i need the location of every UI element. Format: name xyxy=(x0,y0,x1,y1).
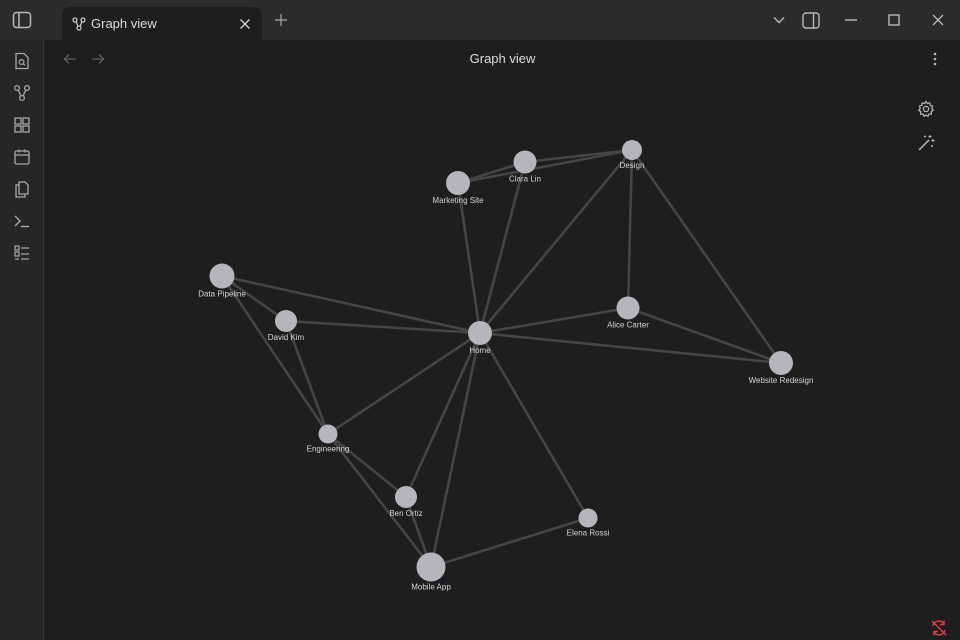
window-close-button[interactable] xyxy=(928,10,948,30)
ribbon-graph-view[interactable] xyxy=(10,81,34,105)
view-title: Graph view xyxy=(469,51,536,66)
graph-node-elena[interactable] xyxy=(578,508,598,528)
list-icon xyxy=(14,245,29,260)
graph-edge-design-home xyxy=(478,149,634,334)
graph-edge-pipeline-engineering xyxy=(220,275,330,435)
graph-node-home[interactable] xyxy=(468,321,492,345)
minimize-button[interactable] xyxy=(841,10,861,30)
maximize-icon xyxy=(888,14,900,26)
graph-node-ben[interactable] xyxy=(395,486,417,508)
graph-view-pane[interactable]: Graph view Home Marketing Site Clara Lin De… xyxy=(45,40,960,640)
tab-graph-view[interactable]: Graph view xyxy=(62,7,262,40)
graph-node-alice[interactable] xyxy=(616,296,640,320)
tab-list-dropdown[interactable] xyxy=(769,10,789,30)
graph-node-label[interactable]: David Kim xyxy=(268,333,305,342)
ribbon-bases[interactable] xyxy=(10,241,34,265)
graph-edge-alice-website xyxy=(627,306,782,365)
sidebar-right-icon xyxy=(802,11,820,29)
terminal-icon xyxy=(14,215,29,228)
graph-edge-engineering-ben xyxy=(327,432,407,499)
graph-node-label[interactable]: Elena Rossi xyxy=(567,529,610,538)
graph-edge-home-engineering xyxy=(327,331,481,436)
animate-button[interactable] xyxy=(915,132,937,154)
close-icon xyxy=(932,14,944,26)
right-sidebar-toggle-button[interactable] xyxy=(801,10,821,30)
graph-edge-clara-home xyxy=(478,161,527,334)
graph-node-label[interactable]: Alice Carter xyxy=(607,321,649,330)
graph-icon xyxy=(13,84,31,102)
graph-edge-design-alice xyxy=(626,149,634,309)
graph-edge-david-home xyxy=(285,319,481,335)
graph-node-clara[interactable] xyxy=(513,150,537,174)
graph-edge-clara-design xyxy=(524,148,633,164)
graph-node-mobile[interactable] xyxy=(416,552,446,582)
minimize-icon xyxy=(845,19,857,21)
graph-node-pipeline[interactable] xyxy=(209,263,235,289)
graph-settings-button[interactable] xyxy=(915,98,937,120)
graph-edge-home-alice xyxy=(479,306,629,335)
ribbon-quick-switcher[interactable] xyxy=(10,49,34,73)
graph-node-label[interactable]: Mobile App xyxy=(411,583,451,592)
graph-edge-home-ben xyxy=(404,332,482,498)
left-ribbon xyxy=(0,40,44,640)
graph-node-design[interactable] xyxy=(622,140,642,160)
tab-close-button[interactable] xyxy=(234,13,256,35)
sync-off-icon xyxy=(931,620,947,636)
copy-icon xyxy=(15,181,29,198)
more-options-button[interactable] xyxy=(925,49,945,69)
view-header: Graph view xyxy=(45,40,960,78)
graph-node-label[interactable]: Design xyxy=(620,161,645,170)
ribbon-command-palette[interactable] xyxy=(10,209,34,233)
graph-edge-home-elena xyxy=(478,332,590,519)
ribbon-templates[interactable] xyxy=(10,177,34,201)
graph-node-label[interactable]: Clara Lin xyxy=(509,175,541,184)
graph-node-label[interactable]: Engineering xyxy=(307,445,350,454)
ribbon-daily-note[interactable] xyxy=(10,145,34,169)
graph-node-website[interactable] xyxy=(769,351,793,375)
canvas-icon xyxy=(14,117,30,133)
graph-node-label[interactable]: Ben Ortiz xyxy=(389,509,422,518)
gear-icon xyxy=(917,100,935,118)
graph-node-label[interactable]: Marketing Site xyxy=(432,196,484,205)
graph-node-marketing[interactable] xyxy=(446,171,470,195)
maximize-button[interactable] xyxy=(884,10,904,30)
graph-canvas[interactable]: Home Marketing Site Clara Lin Design Data Pi… xyxy=(0,0,960,640)
graph-edge-design-website xyxy=(630,149,783,364)
sync-status-button[interactable] xyxy=(929,618,949,638)
graph-edge-home-website xyxy=(479,331,782,365)
graph-edge-pipeline-home xyxy=(221,274,481,335)
graph-node-label[interactable]: Home xyxy=(469,346,491,355)
graph-edge-mobile-elena xyxy=(430,516,589,569)
graph-node-label[interactable]: Website Redesign xyxy=(749,376,814,385)
magic-wand-icon xyxy=(918,135,935,151)
graph-icon xyxy=(72,16,86,31)
plus-icon xyxy=(275,14,287,26)
sidebar-left-icon xyxy=(12,11,32,29)
graph-edge-marketing-home xyxy=(456,182,482,334)
calendar-icon xyxy=(14,149,30,165)
graph-node-david[interactable] xyxy=(275,310,297,332)
tab-label: Graph view xyxy=(91,16,157,31)
close-icon xyxy=(240,18,250,29)
sidebar-toggle-button[interactable] xyxy=(11,10,33,30)
more-vertical-icon xyxy=(933,52,937,66)
new-tab-button[interactable] xyxy=(271,10,291,30)
graph-node-label[interactable]: Data Pipeline xyxy=(198,290,246,299)
graph-edge-marketing-design xyxy=(457,148,633,185)
ribbon-canvas[interactable] xyxy=(10,113,34,137)
graph-node-engineering[interactable] xyxy=(318,424,338,444)
chevron-down-icon xyxy=(773,17,785,24)
search-file-icon xyxy=(15,52,29,70)
title-bar: Graph view xyxy=(0,0,960,40)
graph-edge-home-mobile xyxy=(429,332,482,568)
